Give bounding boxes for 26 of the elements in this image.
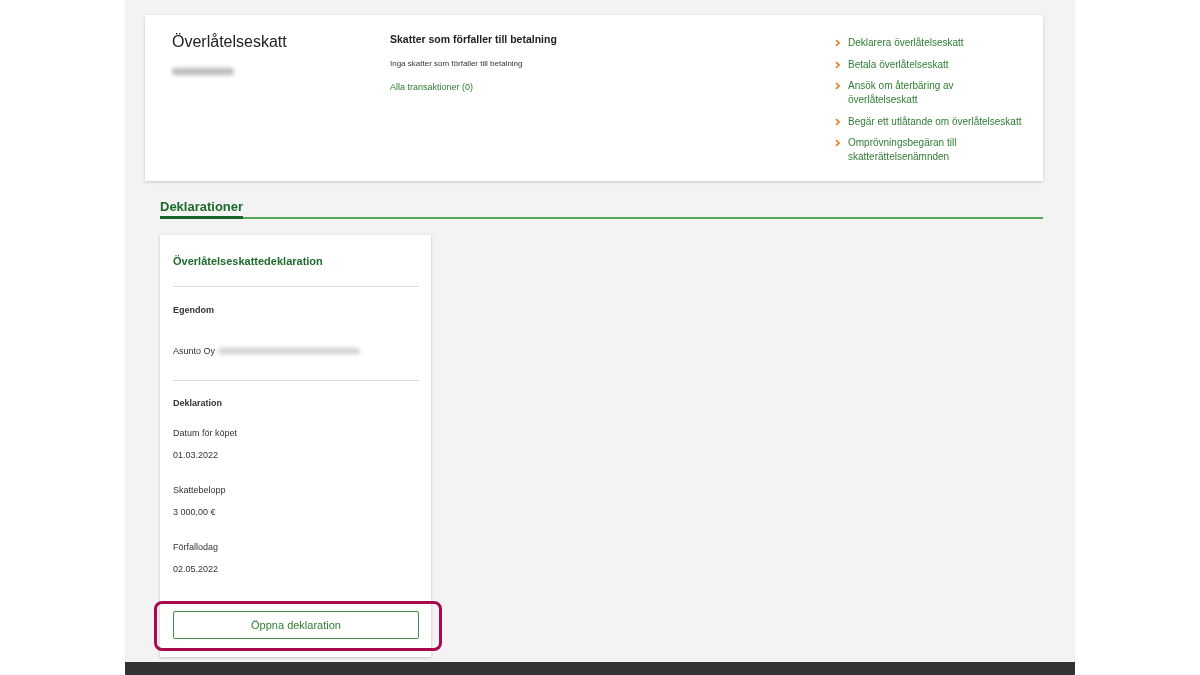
- field-value: 3 000,00 €: [173, 506, 216, 519]
- chevron-icon: [835, 117, 840, 126]
- property-value: Asunto Oy: [173, 345, 216, 358]
- no-due-taxes-text: Inga skatter som förfaller till betalning: [390, 58, 523, 70]
- page-title: Överlåtelseskatt: [172, 32, 287, 52]
- open-declaration-button[interactable]: Öppna deklaration: [173, 611, 419, 639]
- section-title: Deklarationer: [160, 199, 244, 219]
- action-link[interactable]: Begär ett utlåtande om överlåtelseskatt: [848, 114, 1024, 129]
- chevron-icon: [835, 39, 840, 47]
- transactions-link[interactable]: Alla transaktioner (0): [390, 81, 474, 93]
- chevron-icon: [835, 139, 840, 147]
- card-title: Överlåtelseskattedeklaration: [173, 254, 323, 268]
- field-label: Skattebelopp: [173, 484, 226, 497]
- field-value: 01.03.2022: [173, 449, 219, 462]
- due-taxes-heading: Skatter som förfaller till betalning: [390, 32, 557, 46]
- chevron-icon: [835, 60, 840, 69]
- property-heading: Egendom: [173, 304, 214, 317]
- field-value: 02.05.2022: [173, 563, 219, 576]
- declaration-heading: Deklaration: [173, 397, 223, 410]
- field-label: Datum för köpet: [173, 427, 238, 440]
- action-link[interactable]: Omprövningsbegäran till skatterättelsenämnden: [848, 136, 1024, 164]
- action-link[interactable]: Betala överlåtelseskatt: [848, 57, 1024, 72]
- action-link[interactable]: Deklarera överlåtelseskatt: [848, 36, 1024, 50]
- action-link[interactable]: Ansök om återbäring av överlåtelseskatt: [848, 79, 1024, 107]
- field-label: Förfallodag: [173, 541, 219, 554]
- chevron-icon: [835, 82, 840, 90]
